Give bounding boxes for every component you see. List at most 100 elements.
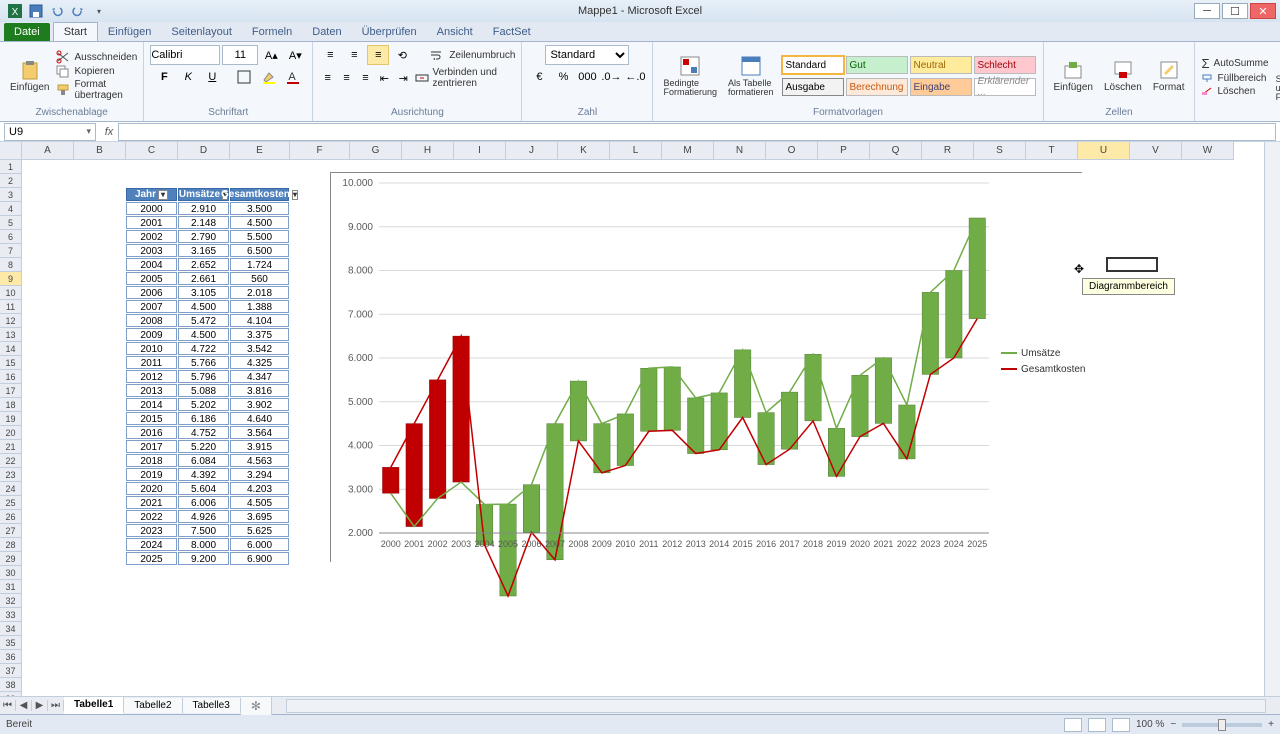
col-header-I[interactable]: I [454, 142, 506, 159]
row-header-30[interactable]: 30 [0, 566, 21, 580]
col-header-G[interactable]: G [350, 142, 402, 159]
row-header-4[interactable]: 4 [0, 202, 21, 216]
cell[interactable]: 2.910 [178, 202, 229, 215]
cell[interactable]: 2004 [126, 258, 177, 271]
cell[interactable]: 5.202 [178, 398, 229, 411]
qat-dropdown-icon[interactable]: ▾ [90, 3, 108, 19]
cell[interactable]: 5.796 [178, 370, 229, 383]
fill-color-button[interactable] [257, 67, 279, 87]
tab-view[interactable]: Ansicht [427, 23, 483, 41]
autosum-button[interactable]: ΣAutoSumme [1201, 56, 1268, 71]
row-header-14[interactable]: 14 [0, 342, 21, 356]
sort-filter-button[interactable]: Sortieren und Filtern [1272, 49, 1280, 104]
align-top-icon[interactable]: ≡ [319, 45, 341, 65]
cell[interactable]: 9.200 [178, 552, 229, 565]
col-header-E[interactable]: E [230, 142, 290, 159]
cell[interactable]: 4.640 [230, 412, 289, 425]
style-berechnung[interactable]: Berechnung [846, 78, 908, 96]
cell[interactable]: 3.915 [230, 440, 289, 453]
conditional-format-button[interactable]: Bedingte Formatierung [659, 53, 721, 99]
cell[interactable]: 8.000 [178, 538, 229, 551]
format-painter-button[interactable]: Format übertragen [56, 79, 137, 101]
chart-area[interactable]: 10.0009.0008.0007.0006.0005.0004.0003.00… [330, 172, 1082, 562]
name-box[interactable]: U9▾ [4, 123, 96, 141]
row-header-16[interactable]: 16 [0, 370, 21, 384]
row-header-7[interactable]: 7 [0, 244, 21, 258]
cell[interactable]: 2002 [126, 230, 177, 243]
clear-button[interactable]: Löschen [1201, 86, 1268, 97]
cell[interactable]: 4.563 [230, 454, 289, 467]
cell[interactable]: 3.375 [230, 328, 289, 341]
number-format-select[interactable]: Standard [545, 45, 629, 65]
cell[interactable]: 2013 [126, 384, 177, 397]
underline-button[interactable]: U [201, 67, 223, 87]
cell-styles-gallery[interactable]: Standard Gut Neutral Schlecht Ausgabe Be… [781, 55, 1037, 97]
sheet-nav-first[interactable]: ⏮ [0, 700, 16, 711]
cell[interactable]: 5.088 [178, 384, 229, 397]
col-header-T[interactable]: T [1026, 142, 1078, 159]
currency-icon[interactable]: € [528, 67, 550, 87]
cell[interactable]: 4.104 [230, 314, 289, 327]
cell[interactable]: 5.220 [178, 440, 229, 453]
maximize-button[interactable]: ☐ [1222, 3, 1248, 19]
cell[interactable]: 5.472 [178, 314, 229, 327]
style-ausgabe[interactable]: Ausgabe [782, 78, 844, 96]
fx-icon[interactable]: fx [100, 126, 118, 138]
sheet-tab-new[interactable]: ✻ [241, 697, 272, 715]
filter-dropdown-icon[interactable]: ▾ [292, 190, 298, 200]
row-header-22[interactable]: 22 [0, 454, 21, 468]
style-gut[interactable]: Gut [846, 56, 908, 74]
cell[interactable]: 2016 [126, 426, 177, 439]
col-header-P[interactable]: P [818, 142, 870, 159]
tab-start[interactable]: Start [53, 22, 98, 41]
cell[interactable]: 3.564 [230, 426, 289, 439]
row-header-21[interactable]: 21 [0, 440, 21, 454]
tab-file[interactable]: Datei [4, 23, 50, 41]
cell[interactable]: 6.084 [178, 454, 229, 467]
sheet-tab-1[interactable]: Tabelle1 [64, 697, 124, 714]
row-header-2[interactable]: 2 [0, 174, 21, 188]
tab-review[interactable]: Überprüfen [352, 23, 427, 41]
cell[interactable]: 2014 [126, 398, 177, 411]
row-header-39[interactable]: 39 [0, 692, 21, 696]
cell[interactable]: 560 [230, 272, 289, 285]
minimize-button[interactable]: ─ [1194, 3, 1220, 19]
column-headers[interactable]: ABCDEFGHIJKLMNOPQRSTUVW [22, 142, 1234, 160]
orientation-icon[interactable]: ⟲ [391, 45, 413, 65]
indent-decrease-icon[interactable]: ⇤ [376, 68, 393, 88]
cell[interactable]: 2.790 [178, 230, 229, 243]
tab-data[interactable]: Daten [302, 23, 351, 41]
cell[interactable]: 6.900 [230, 552, 289, 565]
table-header[interactable]: Gesamtkosten▾ [230, 188, 289, 201]
merge-icon[interactable] [414, 68, 431, 88]
wrap-text-icon[interactable] [425, 45, 447, 65]
cell[interactable]: 6.500 [230, 244, 289, 257]
col-header-U[interactable]: U [1078, 142, 1130, 159]
cell[interactable]: 4.347 [230, 370, 289, 383]
border-button[interactable] [233, 67, 255, 87]
cell[interactable]: 2.018 [230, 286, 289, 299]
col-header-C[interactable]: C [126, 142, 178, 159]
cell[interactable]: 2.652 [178, 258, 229, 271]
row-header-15[interactable]: 15 [0, 356, 21, 370]
save-icon[interactable] [27, 3, 45, 19]
cell[interactable]: 4.722 [178, 342, 229, 355]
cell[interactable]: 4.500 [178, 300, 229, 313]
row-header-32[interactable]: 32 [0, 594, 21, 608]
cell[interactable]: 4.500 [178, 328, 229, 341]
col-header-K[interactable]: K [558, 142, 610, 159]
row-header-10[interactable]: 10 [0, 286, 21, 300]
vertical-scrollbar[interactable] [1264, 142, 1280, 696]
zoom-out-button[interactable]: − [1170, 719, 1176, 730]
col-header-A[interactable]: A [22, 142, 74, 159]
col-header-Q[interactable]: Q [870, 142, 922, 159]
cell[interactable]: 4.325 [230, 356, 289, 369]
col-header-O[interactable]: O [766, 142, 818, 159]
col-header-S[interactable]: S [974, 142, 1026, 159]
sheet-tab-2[interactable]: Tabelle2 [124, 698, 182, 713]
style-neutral[interactable]: Neutral [910, 56, 972, 74]
cell[interactable]: 2003 [126, 244, 177, 257]
cell[interactable]: 2005 [126, 272, 177, 285]
cell[interactable]: 5.766 [178, 356, 229, 369]
tab-factset[interactable]: FactSet [483, 23, 541, 41]
